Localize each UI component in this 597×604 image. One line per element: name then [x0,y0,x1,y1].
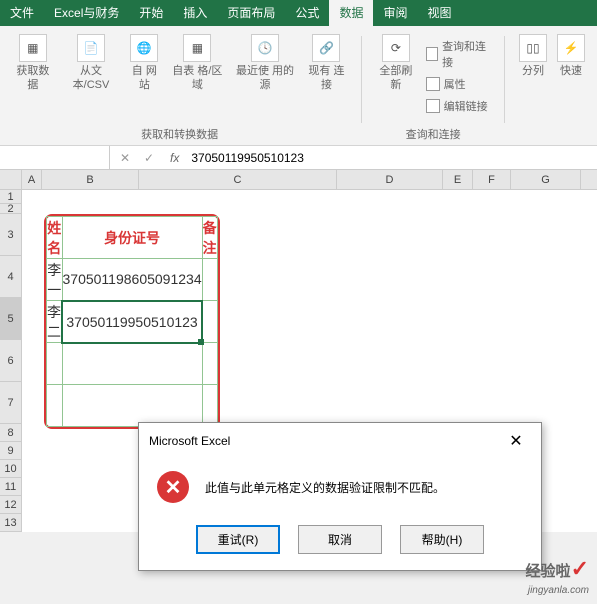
validation-error-dialog: Microsoft Excel ✕ ✕ 此值与此单元格定义的数据验证限制不匹配。… [138,422,542,571]
close-button[interactable]: ✕ [501,431,531,451]
from-web-button[interactable]: 🌐自 网站 [124,32,164,123]
cell[interactable] [202,301,217,343]
row-header[interactable]: 12 [0,496,22,514]
row-header[interactable]: 13 [0,514,22,532]
ribbon: ▦获取数 据 📄从文 本/CSV 🌐自 网站 ▦自表 格/区域 🕓最近使 用的源… [0,26,597,146]
confirm-entry-button[interactable]: ✓ [140,151,158,165]
row-header[interactable]: 4 [0,256,22,298]
col-header-c[interactable]: C [139,170,337,189]
cell[interactable]: 370501198605091234 [62,259,202,301]
group-label-transform: 获取和转换数据 [8,123,351,145]
tab-view[interactable]: 视图 [417,0,461,26]
watermark: 经验啦✓ jingyanla.com [526,556,589,596]
col-header-b[interactable]: B [42,170,139,189]
tab-file[interactable]: 文件 [0,0,44,26]
name-box[interactable] [0,146,110,169]
cancel-button[interactable]: 取消 [298,525,382,554]
group-label-queries: 查询和连接 [372,123,494,145]
data-table: 姓名 身份证号 备 注 李一 370501198605091234 李二 370… [44,214,220,429]
row-header[interactable]: 11 [0,478,22,496]
col-header-a[interactable]: A [22,170,42,189]
select-all-corner[interactable] [0,170,22,189]
database-icon: ▦ [19,34,47,62]
table-icon: ▦ [183,34,211,62]
file-icon: 📄 [77,34,105,62]
header-name[interactable]: 姓名 [47,217,63,259]
row-headers: 1 2 3 4 5 6 7 8 9 10 11 12 13 [0,190,22,532]
row-header[interactable]: 8 [0,424,22,442]
refresh-all-button[interactable]: ⟳全部刷新 [372,32,419,123]
cell[interactable] [202,343,217,385]
row-header[interactable]: 9 [0,442,22,460]
cancel-entry-button[interactable]: ✕ [116,151,134,165]
edit-links-button[interactable]: 编辑链接 [422,96,495,116]
text-to-columns-button[interactable]: ▯▯分列 [515,32,551,127]
properties-button[interactable]: 属性 [422,74,495,94]
cell[interactable] [62,343,202,385]
dialog-title: Microsoft Excel [149,434,230,448]
row-header[interactable]: 3 [0,214,22,256]
row-header[interactable]: 10 [0,460,22,478]
ribbon-tab-bar: 文件 Excel与财务 开始 插入 页面布局 公式 数据 审阅 视图 [0,0,597,26]
queries-conn-button[interactable]: 查询和连接 [422,36,495,72]
tab-review[interactable]: 审阅 [373,0,417,26]
cell[interactable] [47,385,63,427]
recent-sources-button[interactable]: 🕓最近使 用的源 [230,32,299,123]
tab-data[interactable]: 数据 [329,0,373,26]
fill-handle[interactable] [198,339,204,345]
tab-layout[interactable]: 页面布局 [217,0,285,26]
fx-icon[interactable]: fx [164,151,185,165]
col-header-f[interactable]: F [473,170,511,189]
dialog-message: 此值与此单元格定义的数据验证限制不匹配。 [205,479,523,496]
formula-bar: ✕ ✓ fx [0,146,597,170]
retry-button[interactable]: 重试(R) [196,525,280,554]
cell[interactable]: 李二 [47,301,63,343]
props-icon [426,77,440,91]
tab-home[interactable]: 开始 [129,0,173,26]
col-header-d[interactable]: D [337,170,443,189]
row-header[interactable]: 6 [0,340,22,382]
error-icon: ✕ [157,471,189,503]
split-icon: ▯▯ [519,34,547,62]
get-data-button[interactable]: ▦获取数 据 [8,32,58,123]
from-table-button[interactable]: ▦自表 格/区域 [166,32,228,123]
links-icon [426,99,440,113]
existing-conn-button[interactable]: 🔗现有 连接 [302,32,352,123]
help-button[interactable]: 帮助(H) [400,525,484,554]
recent-icon: 🕓 [251,34,279,62]
cell[interactable] [202,259,217,301]
globe-icon: 🌐 [130,34,158,62]
header-note[interactable]: 备 注 [202,217,217,259]
tab-insert[interactable]: 插入 [173,0,217,26]
col-header-e[interactable]: E [443,170,473,189]
from-csv-button[interactable]: 📄从文 本/CSV [60,32,123,123]
column-headers: A B C D E F G [0,170,597,190]
refresh-icon: ⟳ [382,34,410,62]
connection-icon: 🔗 [312,34,340,62]
header-id[interactable]: 身份证号 [62,217,202,259]
check-icon: ✓ [571,556,589,581]
active-cell[interactable]: 37050119950510123 [62,301,202,343]
cell[interactable] [47,343,63,385]
col-header-g[interactable]: G [511,170,581,189]
cell[interactable] [62,385,202,427]
cell[interactable]: 李一 [47,259,63,301]
flash-fill-button[interactable]: ⚡快速 [553,32,589,127]
query-icon [426,47,438,61]
formula-input[interactable] [185,151,597,165]
row-header[interactable]: 2 [0,204,22,214]
flash-icon: ⚡ [557,34,585,62]
row-header[interactable]: 5 [0,298,22,340]
cell[interactable] [202,385,217,427]
row-header[interactable]: 7 [0,382,22,424]
tab-formula[interactable]: 公式 [285,0,329,26]
tab-excel-finance[interactable]: Excel与财务 [44,0,129,26]
